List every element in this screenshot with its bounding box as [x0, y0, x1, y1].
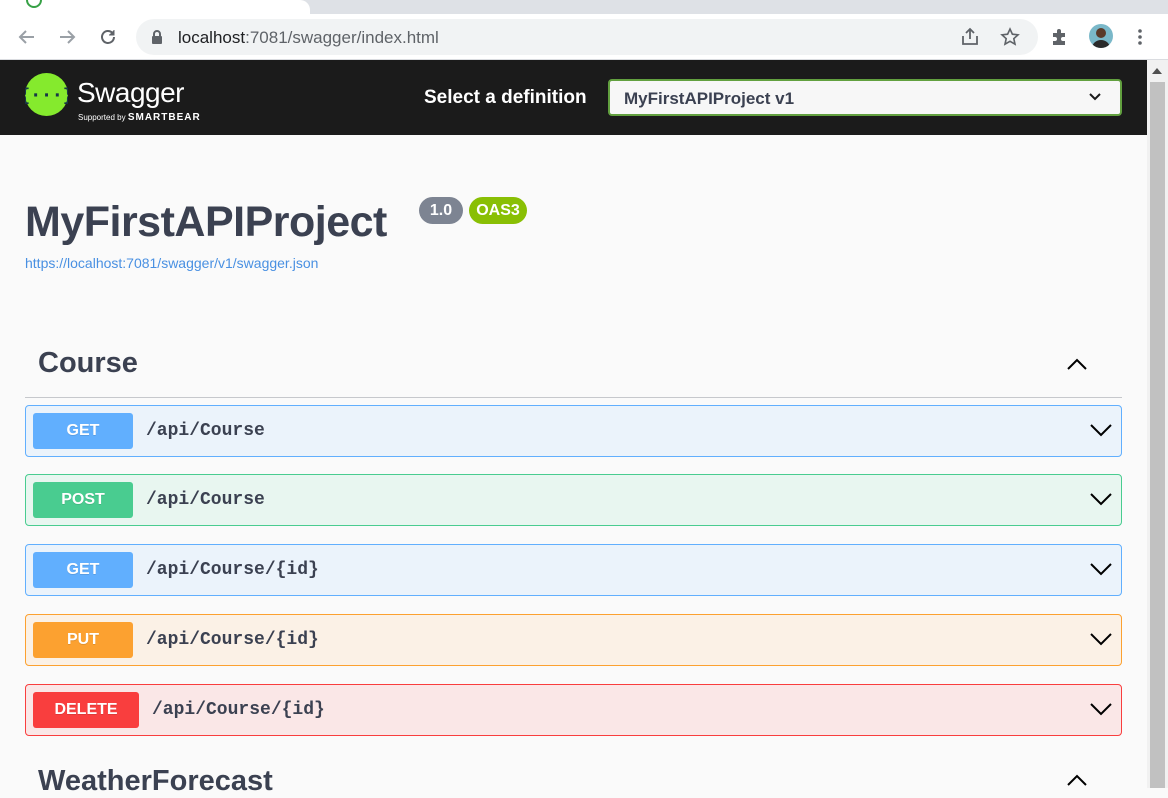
forward-button[interactable] — [53, 23, 81, 51]
menu-button[interactable] — [1126, 23, 1154, 51]
chevron-down-icon[interactable] — [1089, 701, 1113, 717]
share-icon — [962, 27, 978, 45]
chevron-up-icon[interactable] — [1066, 772, 1088, 788]
supported-by-label: Supported by — [78, 113, 126, 122]
method-badge-put: PUT — [33, 622, 133, 658]
operation-get-course[interactable]: GET /api/Course — [25, 405, 1122, 457]
operation-path: /api/Course/{id} — [152, 700, 325, 720]
extensions-button[interactable] — [1046, 23, 1074, 51]
share-button[interactable] — [960, 27, 980, 47]
url-path: :7081/swagger/index.html — [245, 28, 439, 47]
section-title-course[interactable]: Course — [38, 347, 138, 380]
swagger-logo-text: Swagger — [77, 77, 185, 108]
operation-get-course-by-id[interactable]: GET /api/Course/{id} — [25, 544, 1122, 596]
profile-avatar[interactable] — [1089, 24, 1113, 48]
tab-favicon-icon — [26, 0, 42, 8]
method-badge-post: POST — [33, 482, 133, 518]
back-button[interactable] — [13, 23, 41, 51]
bookmark-button[interactable] — [1000, 27, 1020, 47]
oas-badge: OAS3 — [469, 197, 527, 224]
puzzle-icon — [1053, 29, 1065, 45]
operation-post-course[interactable]: POST /api/Course — [25, 474, 1122, 526]
svg-text:{···}: {···} — [25, 85, 68, 106]
more-vert-icon — [1138, 29, 1142, 45]
definition-select-value: MyFirstAPIProject v1 — [624, 89, 795, 108]
reload-icon — [101, 30, 115, 44]
active-tab[interactable] — [0, 0, 310, 14]
method-badge-delete: DELETE — [33, 692, 139, 728]
smartbear-label: SMARTBEAR — [127, 112, 201, 123]
method-badge-get: GET — [33, 413, 133, 449]
reload-button[interactable] — [94, 23, 122, 51]
operation-delete-course-by-id[interactable]: DELETE /api/Course/{id} — [25, 684, 1122, 736]
address-bar[interactable]: localhost:7081/swagger/index.html — [136, 19, 1038, 55]
operation-path: /api/Course — [146, 421, 265, 441]
scrollbar[interactable] — [1147, 60, 1168, 788]
browser-toolbar: localhost:7081/swagger/index.html — [0, 14, 1168, 60]
star-icon — [1000, 27, 1020, 46]
chevron-down-icon[interactable] — [1089, 561, 1113, 577]
definition-select[interactable]: MyFirstAPIProject v1 — [608, 79, 1122, 116]
url-host: localhost — [178, 28, 246, 47]
swagger-topbar: {···} Swagger Supported by SMARTBEAR Sel… — [0, 60, 1147, 135]
operation-put-course-by-id[interactable]: PUT /api/Course/{id} — [25, 614, 1122, 666]
chevron-down-icon[interactable] — [1089, 422, 1113, 438]
url-text[interactable]: localhost:7081/swagger/index.html — [178, 28, 439, 48]
tab-strip — [0, 0, 1168, 14]
operation-path: /api/Course/{id} — [146, 630, 319, 650]
braces-icon: {···} — [19, 85, 73, 106]
version-badge: 1.0 — [419, 197, 463, 224]
api-title: MyFirstAPIProject — [25, 198, 387, 246]
section-title-weatherforecast[interactable]: WeatherForecast — [38, 765, 273, 798]
chevron-down-icon — [1089, 93, 1101, 101]
lock-icon — [152, 30, 162, 44]
method-badge-get: GET — [33, 552, 133, 588]
chevron-up-icon[interactable] — [1066, 356, 1088, 372]
arrow-left-icon — [18, 30, 34, 44]
swagger-logo-icon[interactable]: {···} — [19, 73, 74, 116]
scroll-up-arrow-icon[interactable] — [1152, 68, 1162, 74]
supported-by-text: Supported by SMARTBEAR — [78, 112, 201, 123]
chevron-down-icon[interactable] — [1089, 491, 1113, 507]
operation-path: /api/Course/{id} — [146, 560, 319, 580]
spec-link[interactable]: https://localhost:7081/swagger/v1/swagge… — [25, 255, 318, 271]
chevron-down-icon[interactable] — [1089, 631, 1113, 647]
avatar-icon — [1092, 28, 1110, 48]
operation-path: /api/Course — [146, 490, 265, 510]
arrow-right-icon — [60, 30, 76, 44]
select-definition-label: Select a definition — [424, 87, 587, 108]
section-divider — [25, 397, 1122, 398]
scrollbar-thumb[interactable] — [1150, 82, 1165, 788]
